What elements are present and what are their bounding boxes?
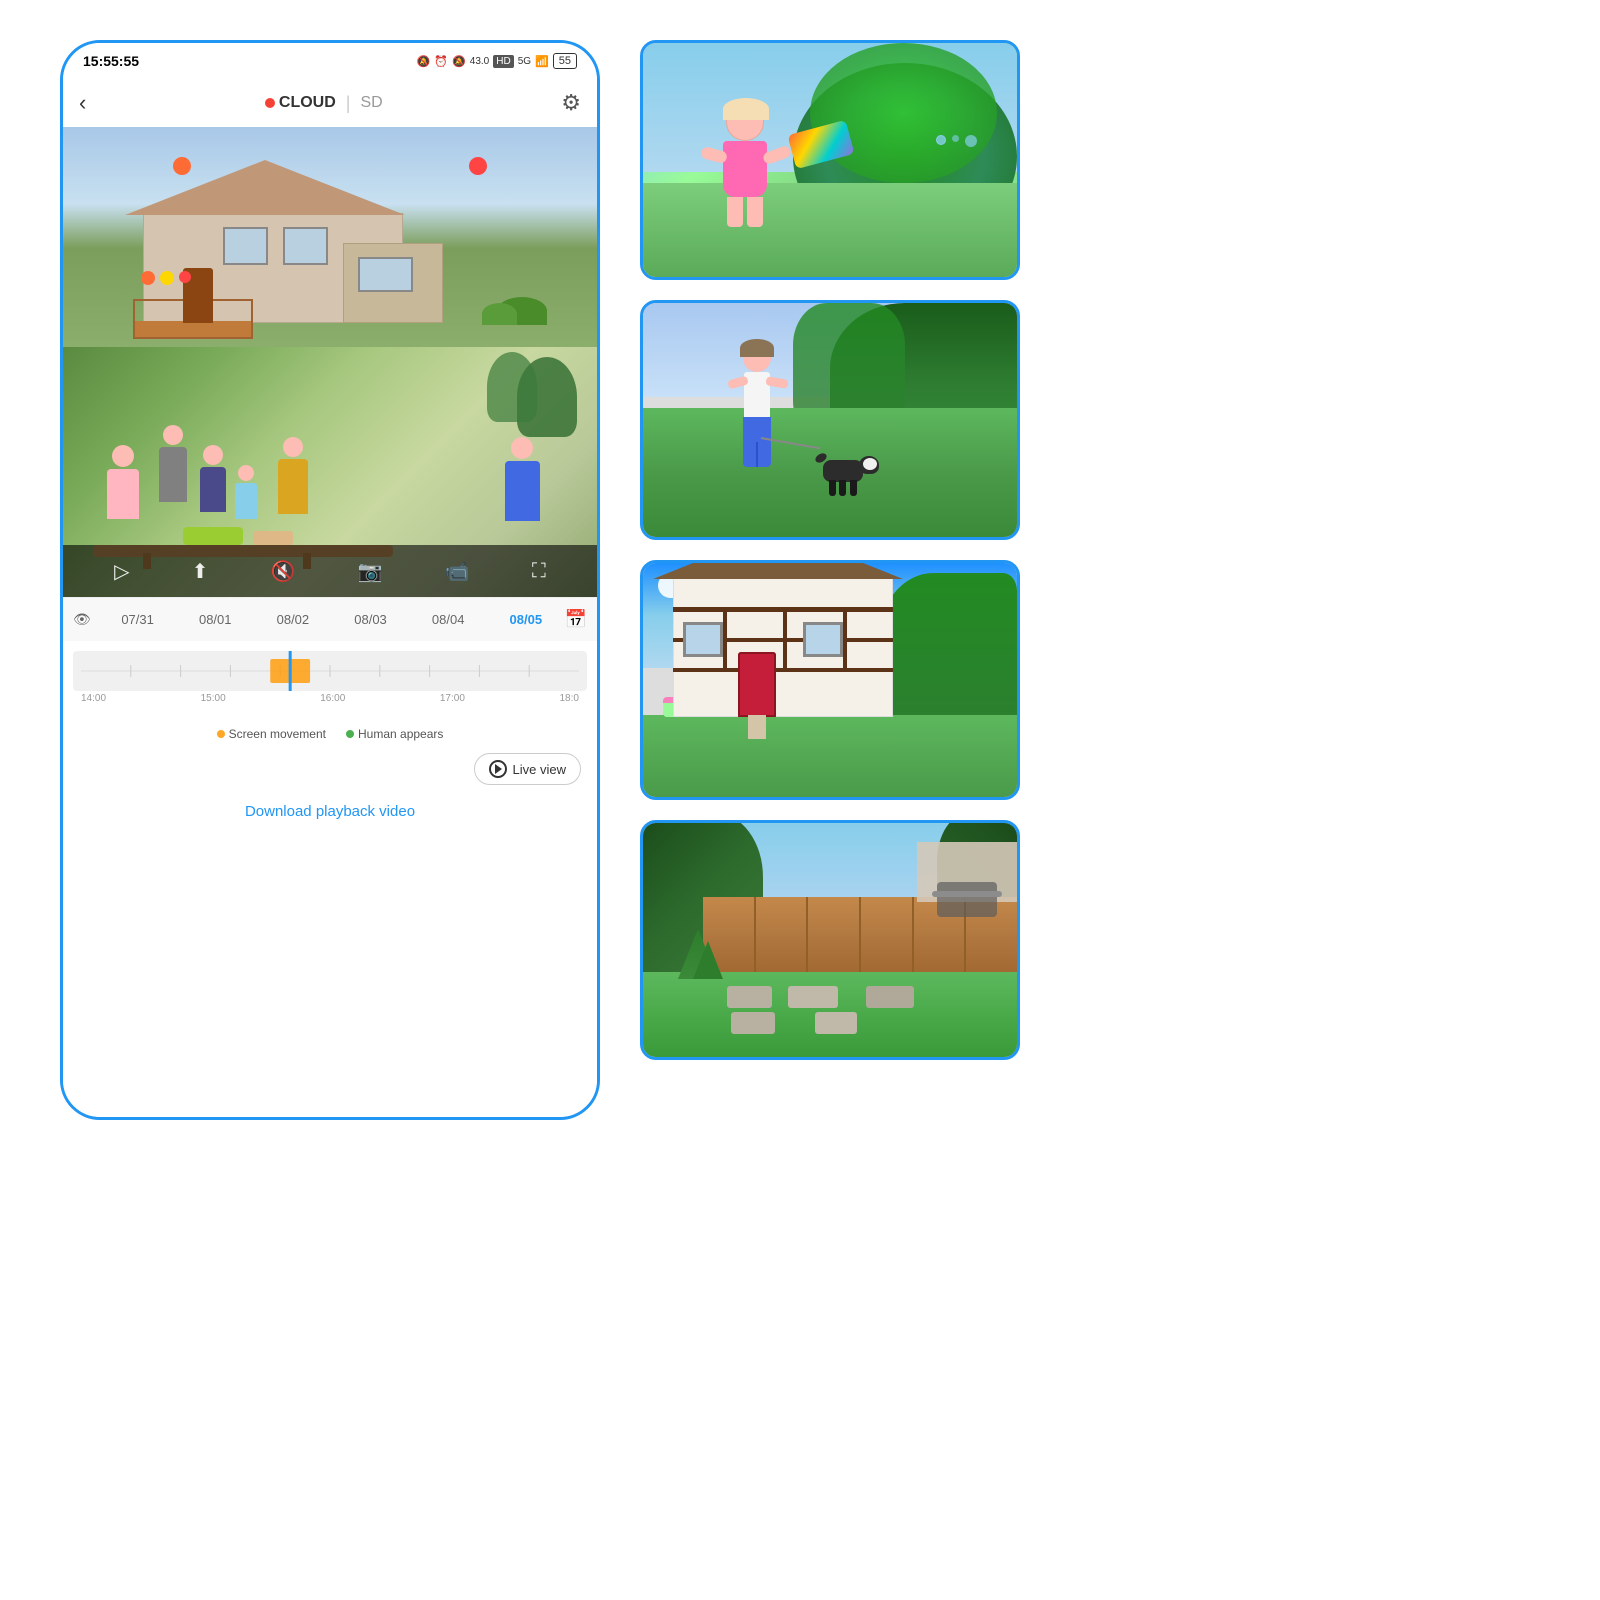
date-item-0[interactable]: 07/31 [99, 612, 177, 627]
screen-movement-dot [217, 730, 225, 738]
live-view-button[interactable]: Live view [474, 753, 581, 785]
time-label-17: 17:00 [440, 693, 465, 704]
time-label-16: 16:00 [320, 693, 345, 704]
timeline[interactable]: 14:00 15:00 16:00 17:00 18:0 [63, 641, 597, 721]
nav-tabs: CLOUD | SD [265, 93, 383, 114]
status-time: 15:55:55 [83, 53, 139, 69]
alarm-icon: ⏰ [434, 55, 448, 68]
signal-icon: 📶 [535, 55, 549, 68]
human-appears-label: Human appears [358, 727, 443, 741]
fullscreen-button[interactable]: ⛶ [532, 560, 546, 583]
date-item-1[interactable]: 08/01 [176, 612, 254, 627]
tab-divider: | [346, 93, 351, 114]
video-bottom: ▷ ⬆ 🔇 📷 📹 ⛶ [63, 347, 597, 597]
cloud-label: CLOUD [279, 94, 336, 112]
download-link[interactable]: Download playback video [63, 791, 597, 832]
time-label-14: 14:00 [81, 693, 106, 704]
play-button[interactable]: ▷ [114, 559, 129, 584]
phone-mockup: 15:55:55 🔕 ⏰ 🔕 43.0 HD 5G 📶 55 ‹ CLOUD | [60, 40, 600, 1120]
back-button[interactable]: ‹ [79, 90, 86, 116]
date-item-5[interactable]: 08/05 [487, 612, 565, 627]
sd-tab[interactable]: SD [360, 94, 382, 112]
notification-icon: 🔕 [417, 55, 431, 68]
timeline-bar[interactable] [73, 651, 587, 691]
cloud-notification-dot [265, 98, 275, 108]
time-label-18: 18:0 [560, 693, 579, 704]
timeline-labels: 14:00 15:00 16:00 17:00 18:0 [73, 691, 587, 704]
speed-indicator: 43.0 [470, 56, 489, 67]
legend-screen-movement: Screen movement [217, 727, 326, 741]
mute-button[interactable]: 🔇 [271, 559, 296, 584]
legend-human-appears: Human appears [346, 727, 443, 741]
export-button[interactable]: ⬆ [192, 559, 209, 584]
battery-indicator: 55 [553, 53, 577, 69]
hd-badge: HD [493, 55, 513, 68]
video-top [63, 127, 597, 347]
screenshot-button[interactable]: 📷 [358, 559, 383, 584]
record-button[interactable]: 📹 [445, 559, 470, 584]
thumbnails-panel [640, 40, 1020, 1060]
cloud-tab[interactable]: CLOUD [265, 94, 336, 112]
thumbnail-2[interactable] [640, 300, 1020, 540]
thumbnail-4[interactable] [640, 820, 1020, 1060]
status-bar: 15:55:55 🔕 ⏰ 🔕 43.0 HD 5G 📶 55 [63, 43, 597, 79]
network-icon: 5G [518, 56, 531, 67]
playback-controls: ▷ ⬆ 🔇 📷 📹 ⛶ [63, 545, 597, 597]
thumbnail-1[interactable] [640, 40, 1020, 280]
calendar-icon[interactable]: 📅 [565, 609, 587, 630]
settings-icon[interactable]: ⚙ [561, 90, 581, 116]
date-selector[interactable]: 👁 07/31 08/01 08/02 08/03 08/04 08/05 📅 [63, 597, 597, 641]
thumbnail-3[interactable] [640, 560, 1020, 800]
screen-movement-label: Screen movement [229, 727, 326, 741]
date-item-3[interactable]: 08/03 [332, 612, 410, 627]
date-item-4[interactable]: 08/04 [409, 612, 487, 627]
sound-icon: 🔕 [452, 55, 466, 68]
time-label-15: 15:00 [201, 693, 226, 704]
phone-bottom: 👁 07/31 08/01 08/02 08/03 08/04 08/05 📅 [63, 597, 597, 1117]
status-icons: 🔕 ⏰ 🔕 43.0 HD 5G 📶 55 [417, 53, 577, 69]
live-play-icon [489, 760, 507, 778]
nav-bar: ‹ CLOUD | SD ⚙ [63, 79, 597, 127]
eye-icon: 👁 [73, 611, 91, 628]
live-view-container: Live view [63, 747, 597, 791]
live-view-label: Live view [513, 762, 566, 777]
human-appears-dot [346, 730, 354, 738]
legend: Screen movement Human appears [63, 721, 597, 747]
date-item-2[interactable]: 08/02 [254, 612, 332, 627]
